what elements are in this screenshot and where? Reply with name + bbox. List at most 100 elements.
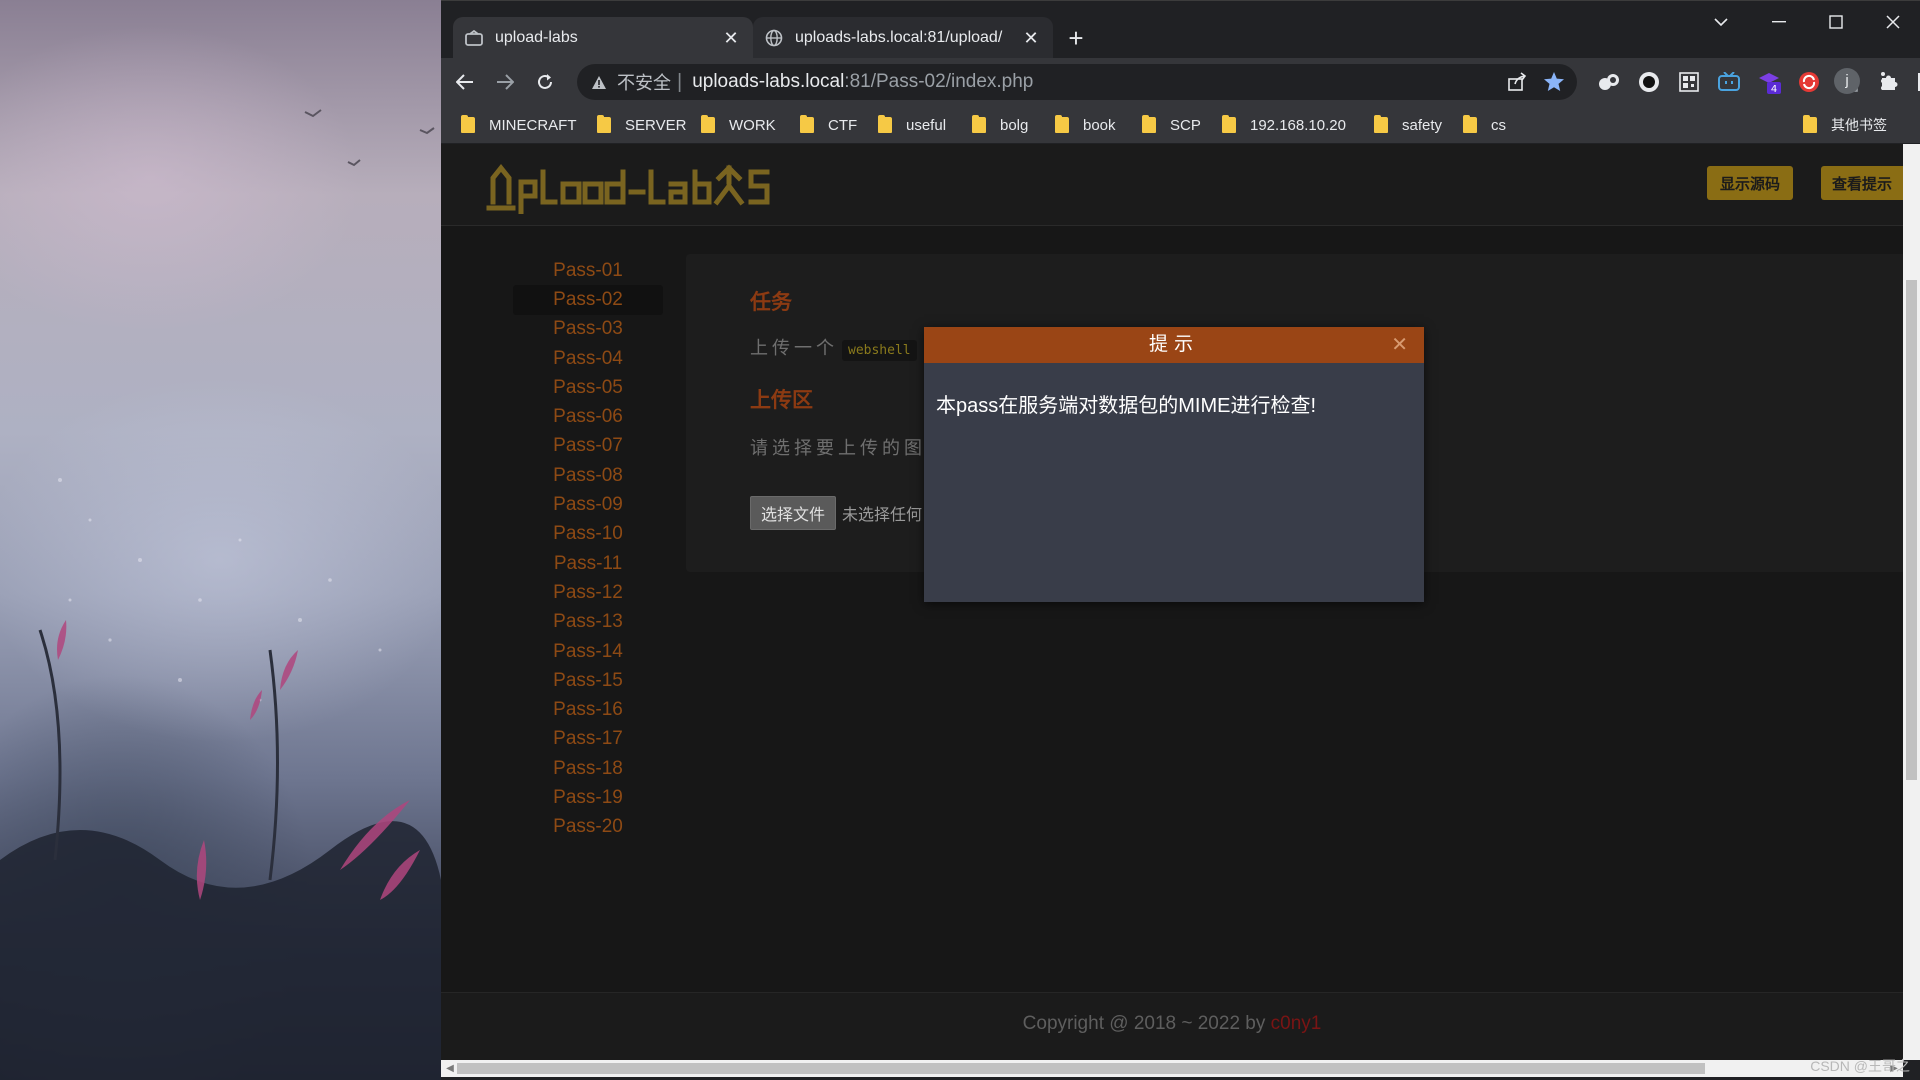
- bookmarks-bar: MINECRAFT SERVER WORK CTF useful bolg bo…: [441, 106, 1920, 144]
- extension-purple-icon[interactable]: 4: [1757, 70, 1781, 94]
- bookmark-folder[interactable]: book: [1055, 114, 1116, 136]
- new-tab-button[interactable]: +: [1060, 23, 1092, 55]
- sidebar-item-pass-14[interactable]: Pass-14: [513, 637, 663, 666]
- extension-tv-icon[interactable]: [1717, 70, 1741, 94]
- sidebar-item-pass-02[interactable]: Pass-02: [513, 285, 663, 315]
- forward-arrow-icon[interactable]: [489, 66, 521, 98]
- close-tab-icon[interactable]: ✕: [721, 28, 741, 49]
- sidebar-item-pass-06[interactable]: Pass-06: [513, 402, 663, 431]
- wallpaper-art: [0, 109, 441, 1080]
- back-arrow-icon[interactable]: [449, 66, 481, 98]
- sidebar-item-pass-09[interactable]: Pass-09: [513, 490, 663, 519]
- sidebar-item-pass-11[interactable]: Pass-11: [513, 549, 663, 578]
- extension-red-icon[interactable]: [1797, 70, 1821, 94]
- sidebar-item-pass-07[interactable]: Pass-07: [513, 432, 663, 461]
- show-hint-button[interactable]: 查看提示: [1821, 166, 1903, 200]
- author-link[interactable]: c0ny1: [1271, 1013, 1322, 1034]
- tab-search-icon[interactable]: [1699, 7, 1743, 37]
- extension-badge: 4: [1771, 84, 1777, 94]
- not-secure-label[interactable]: 不安全: [617, 69, 671, 95]
- address-separator: |: [677, 70, 683, 93]
- dialog-message: 本pass在服务端对数据包的MIME进行检查!: [936, 395, 1317, 417]
- extension-record-icon[interactable]: [1637, 70, 1661, 94]
- other-bookmarks-folder[interactable]: 其他书签: [1803, 114, 1887, 136]
- maximize-icon[interactable]: [1814, 7, 1858, 37]
- sidebar-item-pass-05[interactable]: Pass-05: [513, 373, 663, 402]
- scroll-left-arrow-icon[interactable]: ◀: [443, 1062, 457, 1076]
- tab-upload-labs[interactable]: upload-labs ✕: [453, 17, 753, 59]
- sidebar-item-pass-03[interactable]: Pass-03: [513, 315, 663, 344]
- address-bar[interactable]: 不安全 | uploads-labs.local :81/Pass-02/ind…: [577, 64, 1577, 100]
- extension-clouds-icon[interactable]: [1597, 70, 1621, 94]
- folder-icon: [1374, 115, 1388, 133]
- sidebar-item-pass-19[interactable]: Pass-19: [513, 783, 663, 812]
- show-source-button[interactable]: 显示源码: [1707, 166, 1793, 200]
- folder-icon: [800, 115, 814, 133]
- task-description: 上传一个 webshell: [750, 334, 917, 361]
- horizontal-scrollbar[interactable]: ◀ ▶: [441, 1060, 1903, 1077]
- reload-icon[interactable]: [529, 66, 561, 98]
- warning-icon: [591, 75, 611, 90]
- close-window-icon[interactable]: [1871, 7, 1915, 37]
- minimize-icon[interactable]: [1757, 7, 1801, 37]
- qr-code-icon[interactable]: [1677, 70, 1701, 94]
- bookmark-folder[interactable]: cs: [1463, 114, 1506, 136]
- bookmark-folder[interactable]: MINECRAFT: [461, 114, 577, 136]
- choose-file-button[interactable]: 选择文件: [750, 496, 837, 530]
- folder-icon: [972, 115, 986, 133]
- site-logo[interactable]: [485, 162, 775, 219]
- bookmark-star-icon[interactable]: [1543, 71, 1565, 98]
- upload-heading: 上传区: [750, 389, 813, 412]
- tab-uploads-labs-local[interactable]: uploads-labs.local:81/upload/ ✕: [753, 17, 1053, 59]
- sidebar-item-pass-10[interactable]: Pass-10: [513, 520, 663, 549]
- browser-toolbar: 不安全 | uploads-labs.local :81/Pass-02/ind…: [441, 58, 1920, 106]
- file-input[interactable]: 选择文件 未选择任何: [750, 496, 922, 530]
- folder-icon: [597, 115, 611, 133]
- close-tab-icon[interactable]: ✕: [1021, 28, 1041, 49]
- dialog-title-bar: 提示 ✕: [924, 327, 1424, 363]
- sidebar-item-pass-20[interactable]: Pass-20: [513, 813, 663, 842]
- dialog-title: 提示: [1148, 334, 1199, 355]
- profile-avatar[interactable]: j: [1834, 68, 1860, 94]
- folder-icon: [1142, 115, 1156, 133]
- bookmark-folder[interactable]: useful: [878, 114, 946, 136]
- sidebar-item-pass-17[interactable]: Pass-17: [513, 725, 663, 754]
- tab-title: uploads-labs.local:81/upload/: [795, 29, 1003, 46]
- bookmark-folder[interactable]: WORK: [701, 114, 776, 136]
- scrollbar-thumb[interactable]: [457, 1063, 1705, 1074]
- bookmark-folder[interactable]: bolg: [972, 114, 1028, 136]
- close-icon[interactable]: ✕: [1391, 327, 1408, 363]
- no-file-chosen-label: 未选择任何: [842, 507, 923, 524]
- sidebar-item-pass-13[interactable]: Pass-13: [513, 608, 663, 637]
- share-icon[interactable]: [1507, 72, 1527, 97]
- side-panel-icon[interactable]: [1915, 70, 1920, 94]
- sidebar-item-pass-12[interactable]: Pass-12: [513, 578, 663, 607]
- sidebar-item-pass-04[interactable]: Pass-04: [513, 344, 663, 373]
- webshell-code: webshell: [842, 340, 917, 361]
- url-path: :81/Pass-02/index.php: [844, 71, 1034, 92]
- page-footer: Copyright @ 2018 ~ 2022 by c0ny1: [441, 992, 1903, 1060]
- sidebar-item-pass-01[interactable]: Pass-01: [513, 256, 663, 285]
- bookmark-folder[interactable]: 192.168.10.20: [1222, 114, 1346, 136]
- folder-icon: [1222, 115, 1236, 133]
- folder-icon: [1803, 115, 1817, 133]
- sidebar-item-pass-15[interactable]: Pass-15: [513, 666, 663, 695]
- sidebar-item-pass-18[interactable]: Pass-18: [513, 754, 663, 783]
- bookmark-folder[interactable]: CTF: [800, 114, 857, 136]
- site-header: 显示源码 查看提示: [441, 144, 1903, 226]
- copyright-text: Copyright @ 2018 ~ 2022 by: [1022, 1013, 1271, 1034]
- bookmark-folder[interactable]: SERVER: [597, 114, 686, 136]
- tab-strip: upload-labs ✕ uploads-labs.local:81/uplo…: [441, 0, 1920, 59]
- desktop-wallpaper: [0, 0, 441, 1080]
- url-host: uploads-labs.local: [692, 71, 845, 92]
- vertical-scrollbar[interactable]: [1903, 144, 1920, 1060]
- page-favicon-icon: [465, 29, 483, 47]
- folder-icon: [1055, 115, 1069, 133]
- sidebar-item-pass-16[interactable]: Pass-16: [513, 695, 663, 724]
- menu-kebab-icon[interactable]: [1873, 70, 1893, 92]
- sidebar-item-pass-08[interactable]: Pass-08: [513, 461, 663, 490]
- scrollbar-thumb[interactable]: [1906, 280, 1917, 780]
- bookmark-folder[interactable]: safety: [1374, 114, 1442, 136]
- bookmark-folder[interactable]: SCP: [1142, 114, 1201, 136]
- web-page: 显示源码 查看提示 Pass-01 Pass-02 Pass-03 Pass-0…: [441, 144, 1903, 1060]
